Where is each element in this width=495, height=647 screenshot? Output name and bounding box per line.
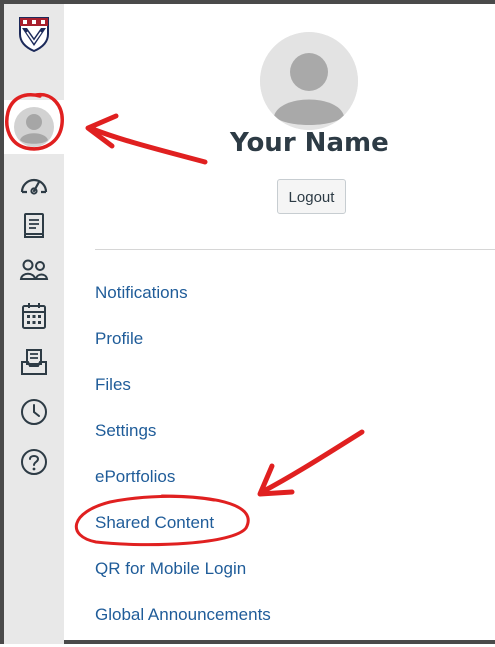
history-clock-icon [21,399,47,425]
menu-link-shared-content[interactable]: Shared Content [95,509,271,555]
nav-inbox[interactable] [4,340,64,384]
user-silhouette-icon [260,32,358,130]
dashboard-gauge-icon [20,178,48,195]
global-nav [4,4,64,644]
nav-dashboard[interactable] [4,162,64,206]
help-question-icon [21,449,47,475]
menu-link-notifications[interactable]: Notifications [95,279,271,325]
logout-button[interactable]: Logout [277,179,346,214]
inbox-icon [21,349,47,375]
courses-book-icon [24,213,44,238]
account-avatar-icon [14,107,54,147]
menu-link-qr-mobile-login[interactable]: QR for Mobile Login [95,555,271,601]
user-name: Your Name [230,128,389,158]
user-avatar [260,32,358,130]
nav-history[interactable] [4,390,64,434]
nav-help[interactable] [4,440,64,484]
menu-link-settings[interactable]: Settings [95,417,271,463]
university-logo-link[interactable] [4,12,64,56]
nav-account[interactable] [4,100,64,154]
nav-groups[interactable] [4,248,64,292]
tray-divider [95,249,495,250]
menu-link-files[interactable]: Files [95,371,271,417]
menu-link-profile[interactable]: Profile [95,325,271,371]
groups-people-icon [19,259,49,280]
account-menu: Notifications Profile Files Settings ePo… [95,279,271,647]
nav-calendar[interactable] [4,294,64,338]
university-shield-logo-icon [19,17,49,52]
calendar-icon [22,303,46,329]
menu-link-global-announcements[interactable]: Global Announcements [95,601,271,647]
nav-courses[interactable] [4,204,64,248]
menu-link-eportfolios[interactable]: ePortfolios [95,463,271,509]
